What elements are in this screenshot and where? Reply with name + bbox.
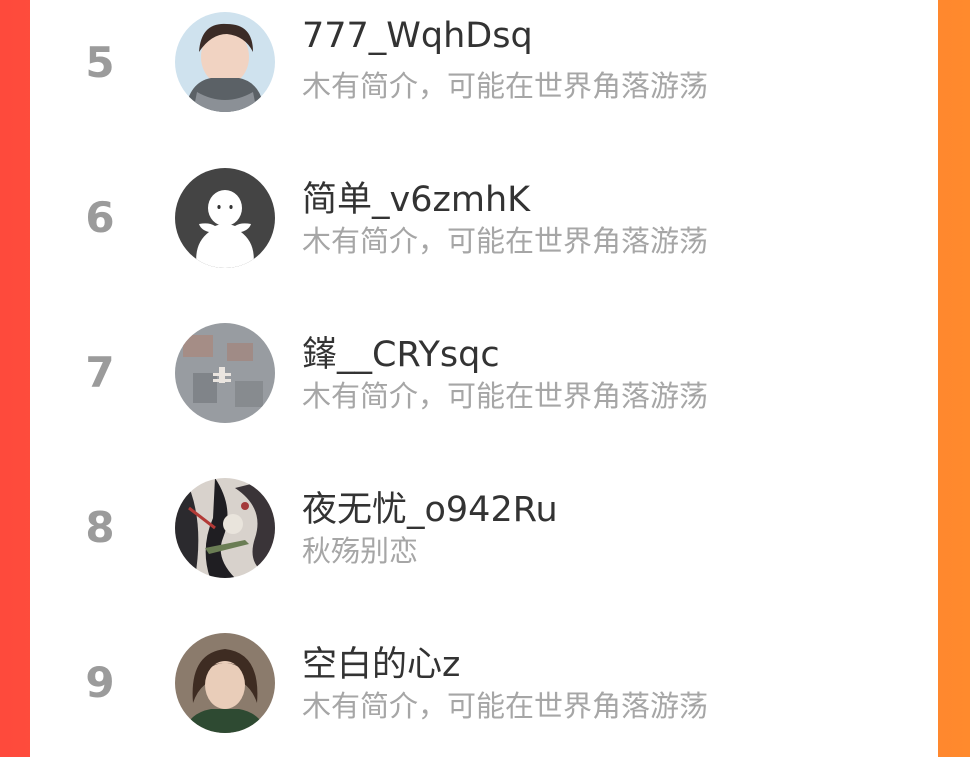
aerial-photo-avatar[interactable] xyxy=(175,323,275,423)
rank-number: 6 xyxy=(85,193,115,242)
user-bio: 木有简介，可能在世界角落游荡 xyxy=(302,689,709,723)
user-bio: 木有简介，可能在世界角落游荡 xyxy=(302,379,709,413)
user-name[interactable]: 鎽__CRYsqc xyxy=(302,326,500,377)
user-name[interactable]: 777_WqhDsq xyxy=(302,16,533,56)
ranking-list-card: 5 777_WqhDsq 木有简介，可能在世界角落游荡 6 简单_v6zmhK … xyxy=(30,0,938,757)
user-name[interactable]: 空白的心z xyxy=(302,636,460,687)
list-item[interactable]: 7 鎽__CRYsqc 木有简介，可能在世界角落游荡 xyxy=(30,310,938,450)
rank-number: 8 xyxy=(85,503,115,552)
user-photo-avatar[interactable] xyxy=(175,12,275,112)
user-bio: 木有简介，可能在世界角落游荡 xyxy=(302,69,709,103)
list-item[interactable]: 6 简单_v6zmhK 木有简介，可能在世界角落游荡 xyxy=(30,155,938,295)
list-item[interactable]: 8 夜无忧_o942Ru 秋殇别恋 xyxy=(30,465,938,605)
page-background: 5 777_WqhDsq 木有简介，可能在世界角落游荡 6 简单_v6zmhK … xyxy=(0,0,970,757)
user-name[interactable]: 夜无忧_o942Ru xyxy=(302,481,558,532)
list-item[interactable]: 5 777_WqhDsq 木有简介，可能在世界角落游荡 xyxy=(30,0,938,140)
portrait-photo-avatar[interactable] xyxy=(175,633,275,733)
list-item[interactable]: 9 空白的心z 木有简介，可能在世界角落游荡 xyxy=(30,620,938,757)
user-bio: 木有简介，可能在世界角落游荡 xyxy=(302,224,709,258)
rank-number: 9 xyxy=(85,658,115,707)
rank-number: 7 xyxy=(85,348,115,397)
default-avatar[interactable] xyxy=(175,168,275,268)
anime-art-avatar[interactable] xyxy=(175,478,275,578)
user-name[interactable]: 简单_v6zmhK xyxy=(302,171,530,222)
rank-number: 5 xyxy=(85,38,115,87)
user-bio: 秋殇别恋 xyxy=(302,534,419,568)
